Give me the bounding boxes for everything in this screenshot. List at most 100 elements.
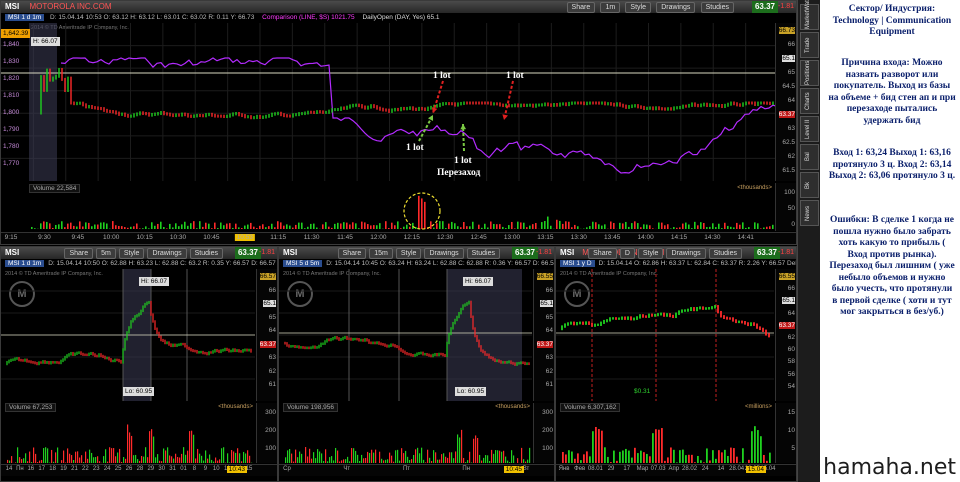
volume-chart-area[interactable] bbox=[556, 403, 774, 463]
volume-bar bbox=[53, 461, 55, 463]
volume-bar bbox=[463, 222, 465, 229]
chart-titlebar: MSI Share 15m Style Drawings Studies 63.37 -1.8… bbox=[279, 247, 554, 259]
price-chart-area[interactable] bbox=[279, 269, 532, 401]
style-button[interactable]: Style bbox=[118, 248, 145, 259]
volume-bar bbox=[135, 454, 137, 463]
chart-info-bar: MSI 1 d 1m D: 15.04.14 10:53 O: 63.12 H:… bbox=[1, 13, 796, 23]
style-button[interactable]: Style bbox=[637, 248, 664, 259]
drawings-button[interactable]: Drawings bbox=[424, 248, 464, 259]
volume-bar bbox=[523, 222, 525, 229]
volume-bar bbox=[52, 227, 54, 229]
share-button[interactable]: Share bbox=[64, 248, 94, 259]
side-tab-level-ii[interactable]: Level II bbox=[800, 116, 819, 142]
right-axis-tick: 65.1 bbox=[263, 300, 276, 308]
company-name: MOTOROLA INC.COM bbox=[29, 2, 112, 11]
drawings-button[interactable]: Drawings bbox=[147, 248, 187, 259]
time-tick: 21 bbox=[71, 466, 78, 472]
side-tab-news[interactable]: News bbox=[800, 200, 819, 226]
volume-bar bbox=[359, 460, 361, 463]
right-axis-tick: 65 bbox=[545, 313, 553, 321]
volume-bar bbox=[437, 459, 439, 463]
price-chart-area[interactable] bbox=[1, 23, 778, 181]
side-tab-bk[interactable]: Bk bbox=[800, 172, 819, 198]
volume-bar bbox=[562, 451, 564, 463]
share-button[interactable]: Share bbox=[337, 248, 367, 259]
volume-bar bbox=[649, 225, 651, 229]
drawings-button[interactable]: Drawings bbox=[666, 248, 706, 259]
volume-bar bbox=[271, 223, 273, 229]
info-symbol[interactable]: MSI 5 d 5m bbox=[283, 260, 323, 267]
volume-bar bbox=[493, 453, 495, 463]
studies-button[interactable]: Studies bbox=[189, 248, 223, 259]
drawings-button[interactable]: Drawings bbox=[656, 2, 696, 13]
info-symbol[interactable]: MSI 1 d 1m bbox=[5, 14, 45, 21]
volume-bar bbox=[220, 222, 222, 229]
five-min-chart-pane[interactable]: MSI Share 5m Style Drawings Studies 63.37 -1.81… bbox=[0, 246, 278, 482]
timeframe-button[interactable]: D bbox=[619, 248, 635, 259]
time-tick: Ср bbox=[283, 466, 291, 472]
time-tick: 10:00 bbox=[103, 234, 120, 241]
time-tick: 24 bbox=[103, 466, 111, 472]
side-tab-positions[interactable]: Positions bbox=[800, 60, 819, 86]
volume-bar bbox=[405, 450, 407, 463]
volume-axis-tick: 100 bbox=[542, 445, 553, 452]
time-tick: 9:15 bbox=[4, 234, 18, 241]
timeframe-button[interactable]: 5m bbox=[96, 248, 116, 259]
left-axis-tick: 1,820 bbox=[3, 75, 20, 82]
volume-bar bbox=[391, 455, 393, 463]
style-button[interactable]: Style bbox=[395, 248, 422, 259]
share-button[interactable]: Share bbox=[566, 2, 596, 13]
volume-bar bbox=[223, 447, 225, 463]
daily-chart-pane[interactable]: MSIMOTOROLA INC.COMShareDStyleDrawingsSt… bbox=[555, 246, 797, 482]
volume-bar bbox=[247, 224, 249, 229]
volume-bar bbox=[67, 448, 69, 463]
share-button[interactable]: Share bbox=[588, 248, 617, 259]
volume-chart-area[interactable] bbox=[1, 403, 255, 463]
volume-chart-area[interactable] bbox=[279, 403, 532, 463]
fifteen-min-chart-pane[interactable]: MSI Share 15m Style Drawings Studies 63.37 -1.8… bbox=[278, 246, 555, 482]
volume-bar bbox=[568, 221, 570, 229]
studies-button[interactable]: Studies bbox=[466, 248, 500, 259]
studies-button[interactable]: Studies bbox=[708, 248, 742, 259]
main-intraday-chart-pane[interactable]: MSI MOTOROLA INC.COM Share 1m Style Draw… bbox=[0, 0, 797, 245]
volume-bar bbox=[622, 223, 624, 229]
price-chart-area[interactable] bbox=[1, 269, 255, 401]
volume-bar bbox=[69, 453, 71, 463]
volume-bar bbox=[71, 455, 73, 463]
info-symbol[interactable]: MSI 1 y D bbox=[560, 260, 595, 267]
volume-bar bbox=[670, 447, 672, 463]
time-tick: 17 bbox=[38, 466, 46, 472]
time-tick: 11:15 bbox=[270, 234, 287, 241]
volume-bar bbox=[268, 226, 270, 229]
volume-bar bbox=[700, 222, 702, 229]
info-symbol[interactable]: MSI 1 d 1m bbox=[5, 260, 45, 267]
volume-chart-area[interactable] bbox=[1, 183, 778, 231]
studies-button[interactable]: Studies bbox=[700, 2, 734, 13]
last-price: 63.37 bbox=[234, 247, 261, 259]
volume-bar bbox=[509, 462, 511, 463]
volume-bar bbox=[769, 226, 771, 229]
side-tab-bal[interactable]: Bal bbox=[800, 144, 819, 170]
side-tab-trade[interactable]: Trade bbox=[800, 32, 819, 58]
price-chart-area[interactable] bbox=[556, 269, 774, 401]
time-tick: Мар bbox=[636, 466, 649, 472]
side-tab-marketwatch[interactable]: MarketWatch bbox=[800, 0, 819, 30]
right-axis-tick: 66.55 bbox=[536, 273, 553, 280]
volume-bar bbox=[237, 448, 239, 463]
volume-bar bbox=[577, 453, 579, 463]
timeframe-button[interactable]: 15m bbox=[369, 248, 393, 259]
volume-bar bbox=[51, 449, 53, 463]
style-button[interactable]: Style bbox=[625, 2, 651, 13]
side-tab-charts[interactable]: Charts bbox=[800, 88, 819, 114]
volume-bar bbox=[703, 222, 705, 229]
volume-bar bbox=[658, 222, 660, 229]
time-tick: Пн bbox=[16, 466, 24, 472]
volume-bar bbox=[652, 433, 654, 463]
volume-bar bbox=[658, 429, 660, 463]
volume-bar bbox=[568, 450, 570, 463]
volume-bar bbox=[67, 223, 69, 229]
volume-bar bbox=[453, 458, 455, 463]
volume-bar bbox=[357, 454, 359, 463]
volume-bar bbox=[490, 221, 492, 229]
timeframe-button[interactable]: 1m bbox=[600, 2, 621, 13]
